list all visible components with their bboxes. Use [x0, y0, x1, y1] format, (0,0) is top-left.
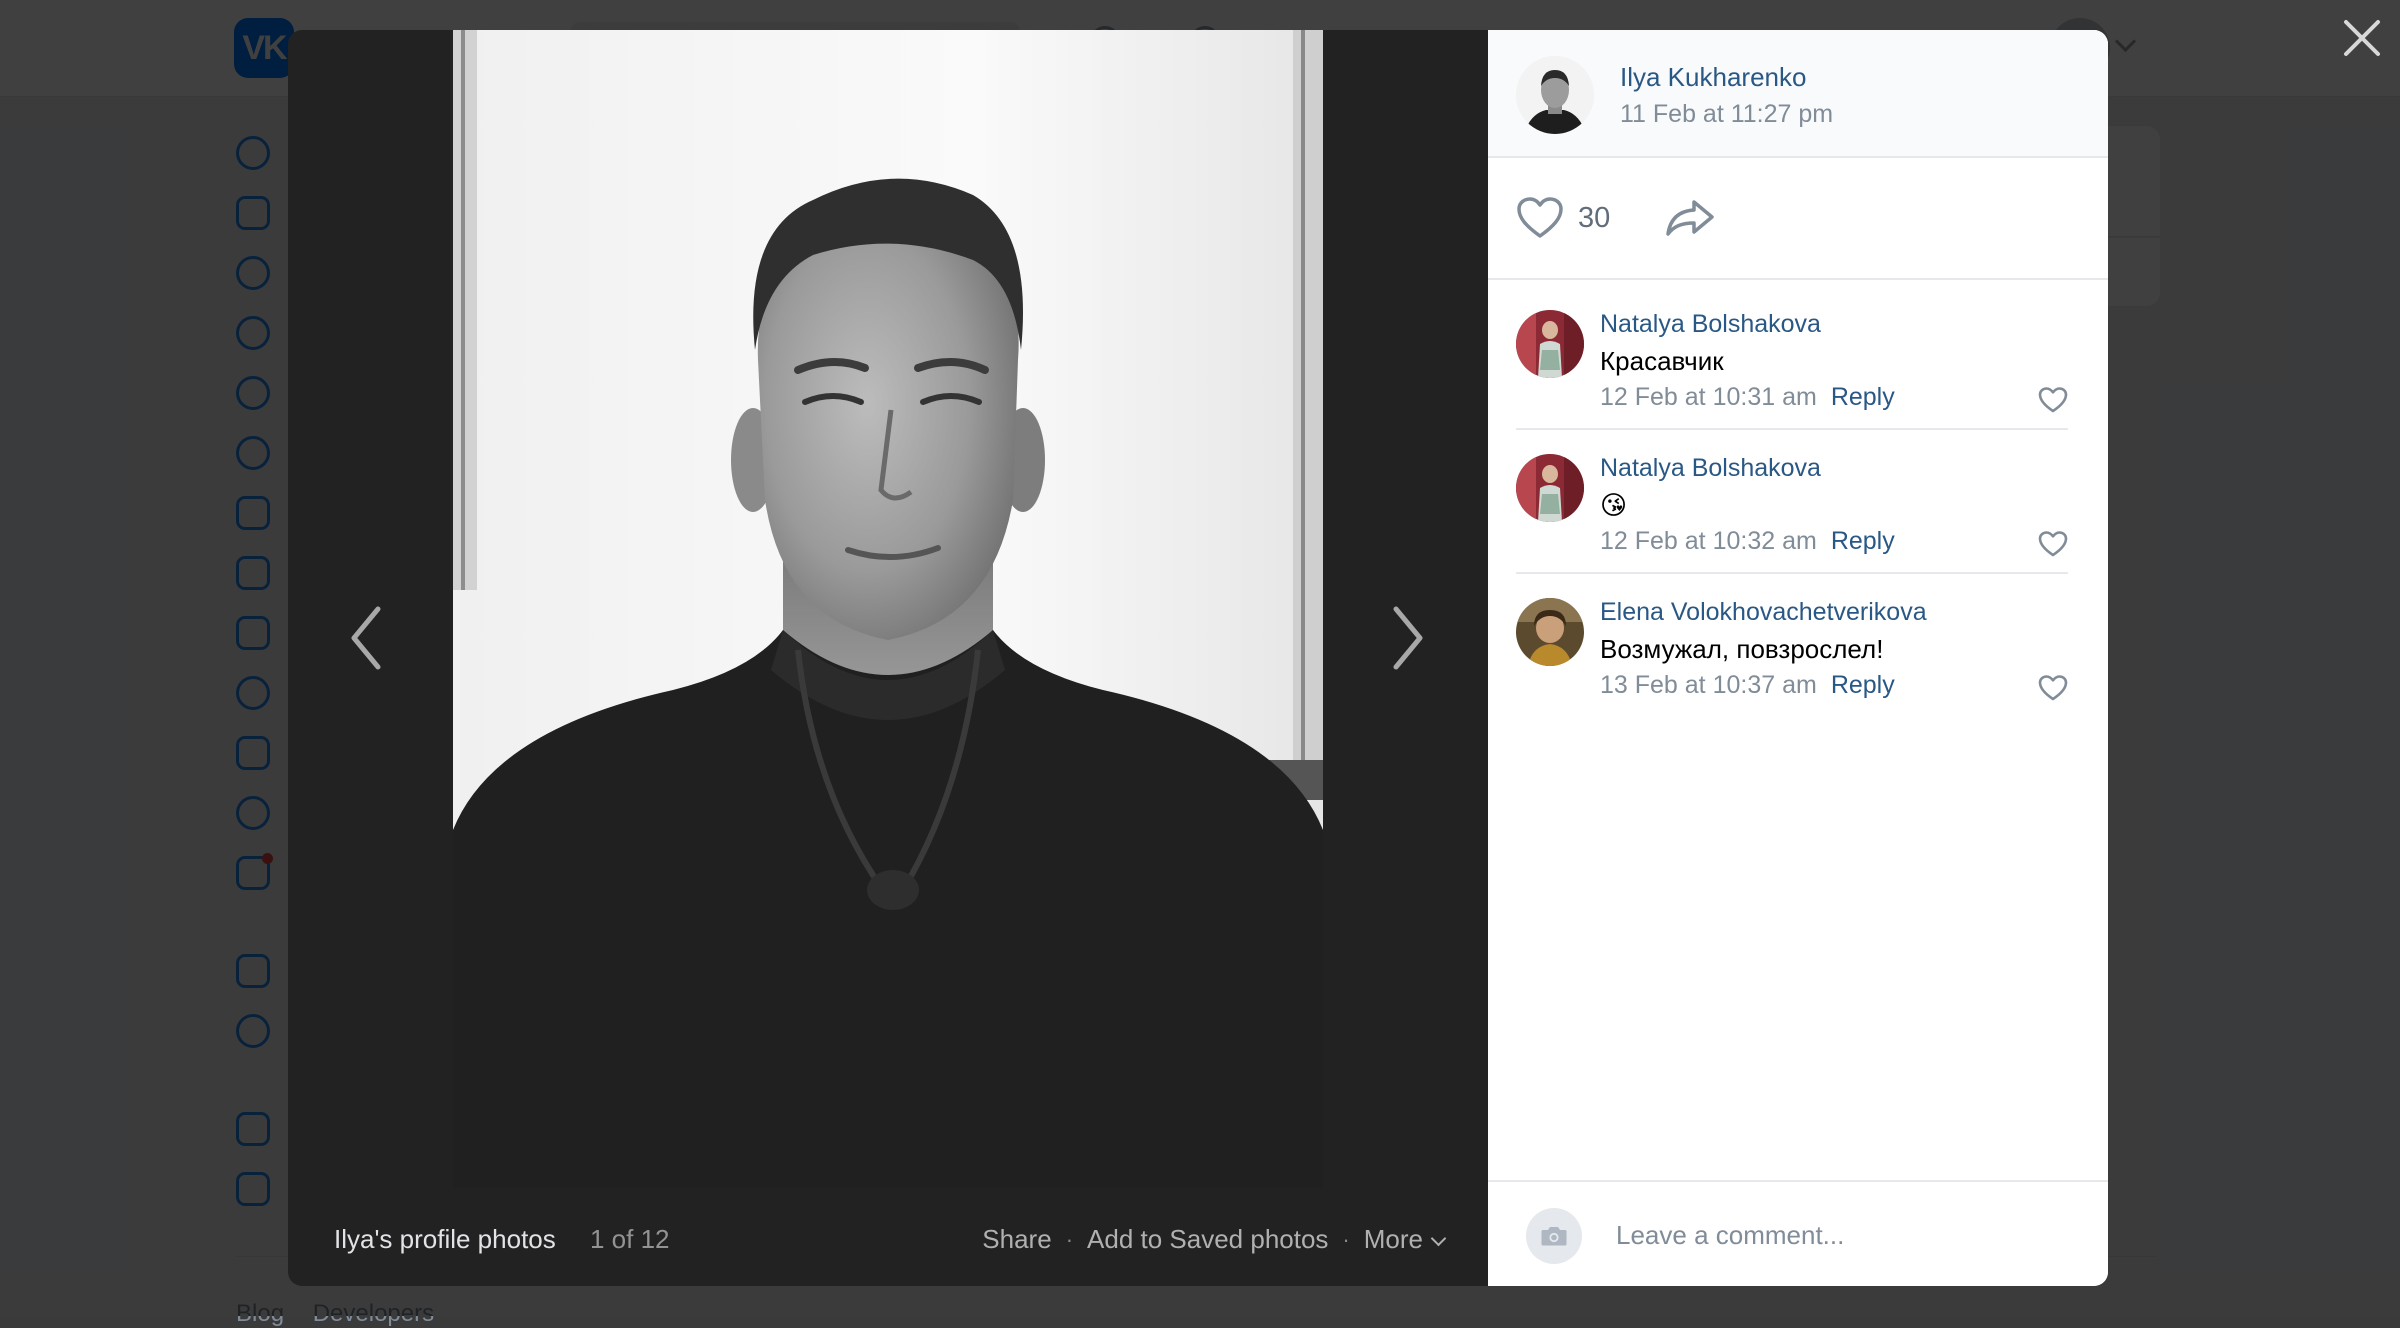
heart-icon	[2038, 531, 2068, 557]
post-author-header: Ilya Kukharenko 11 Feb at 11:27 pm	[1488, 30, 2108, 158]
commenter-avatar-image	[1516, 310, 1584, 378]
comment-text: Возмужал, повзрослел!	[1600, 634, 1884, 664]
photo-actions: Share · Add to Saved photos · More	[982, 1224, 1447, 1255]
comment-date[interactable]: 13 Feb at 10:37 am	[1600, 671, 1817, 699]
chevron-right-icon	[1393, 606, 1423, 670]
commenter-name[interactable]: Elena Volokhovachetverikova	[1600, 598, 1927, 627]
comment-input[interactable]	[1616, 1206, 2076, 1264]
like-button[interactable]: 30	[1516, 196, 1610, 240]
commenter-avatar[interactable]	[1516, 310, 1584, 378]
heart-icon	[2038, 675, 2068, 701]
chevron-left-icon	[351, 606, 381, 670]
photo-pane: Ilya's profile photos 1 of 12 Share · Ad…	[288, 30, 1488, 1286]
attach-photo-button[interactable]	[1526, 1208, 1582, 1264]
comment-item: Natalya Bolshakova Красавчик 12 Feb at 1…	[1516, 292, 2068, 430]
side-panel: Ilya Kukharenko 11 Feb at 11:27 pm 30 Na…	[1488, 30, 2108, 1286]
separator-dot: ·	[1065, 1226, 1074, 1252]
author-avatar-image	[1516, 56, 1594, 134]
reply-button[interactable]: Reply	[1831, 671, 1895, 699]
commenter-avatar[interactable]	[1516, 598, 1584, 666]
comment-like-button[interactable]	[2038, 530, 2068, 563]
reply-button[interactable]: Reply	[1831, 527, 1895, 555]
commenter-avatar-image	[1516, 598, 1584, 666]
close-icon	[2344, 20, 2380, 56]
album-title[interactable]: Ilya's profile photos	[334, 1224, 556, 1255]
comment-item: Elena Volokhovachetverikova Возмужал, по…	[1516, 580, 2068, 716]
post-date[interactable]: 11 Feb at 11:27 pm	[1620, 100, 1833, 129]
comment-text: Красавчик	[1600, 346, 1724, 376]
author-name[interactable]: Ilya Kukharenko	[1620, 62, 1806, 93]
photo-viewer: Ilya's profile photos 1 of 12 Share · Ad…	[288, 30, 2108, 1286]
commenter-avatar[interactable]	[1516, 454, 1584, 522]
commenter-avatar-image	[1516, 454, 1584, 522]
author-avatar[interactable]	[1516, 56, 1594, 134]
comment-date[interactable]: 12 Feb at 10:31 am	[1600, 383, 1817, 411]
commenter-name[interactable]: Natalya Bolshakova	[1600, 310, 1821, 339]
heart-icon	[1517, 197, 1563, 238]
heart-icon	[2038, 387, 2068, 413]
likes-count: 30	[1578, 201, 1611, 234]
next-photo-button[interactable]	[1378, 568, 1438, 708]
save-photo-button[interactable]: Add to Saved photos	[1087, 1224, 1328, 1255]
reply-button[interactable]: Reply	[1831, 383, 1895, 411]
comment-like-button[interactable]	[2038, 386, 2068, 419]
portrait-image	[453, 30, 1323, 1188]
comment-meta: 13 Feb at 10:37 am Reply	[1600, 671, 1895, 700]
comment-item: Natalya Bolshakova 😘 12 Feb at 10:32 am R…	[1516, 436, 2068, 574]
more-button[interactable]: More	[1363, 1224, 1447, 1255]
comment-meta: 12 Feb at 10:31 am Reply	[1600, 383, 1895, 412]
photo-counter: 1 of 12	[590, 1224, 670, 1254]
separator-dot: ·	[1342, 1226, 1350, 1252]
share-button[interactable]: Share	[982, 1224, 1051, 1255]
close-viewer-button[interactable]	[2340, 16, 2384, 60]
share-arrow-icon	[1666, 200, 1714, 236]
chevron-down-icon	[1430, 1230, 1447, 1247]
share-post-button[interactable]	[1664, 198, 1716, 243]
commenter-name[interactable]: Natalya Bolshakova	[1600, 454, 1821, 483]
profile-photo[interactable]	[453, 30, 1323, 1188]
comment-meta: 12 Feb at 10:32 am Reply	[1600, 527, 1895, 556]
reactions-bar: 30	[1488, 158, 2108, 280]
previous-photo-button[interactable]	[336, 568, 396, 708]
comment-like-button[interactable]	[2038, 674, 2068, 707]
camera-icon	[1541, 1227, 1567, 1246]
photo-footer: Ilya's profile photos 1 of 12 Share · Ad…	[288, 1188, 1488, 1286]
comment-date[interactable]: 12 Feb at 10:32 am	[1600, 527, 1817, 555]
comment-text: 😘	[1600, 490, 1628, 520]
comment-composer	[1488, 1180, 2108, 1286]
more-label: More	[1363, 1224, 1423, 1254]
